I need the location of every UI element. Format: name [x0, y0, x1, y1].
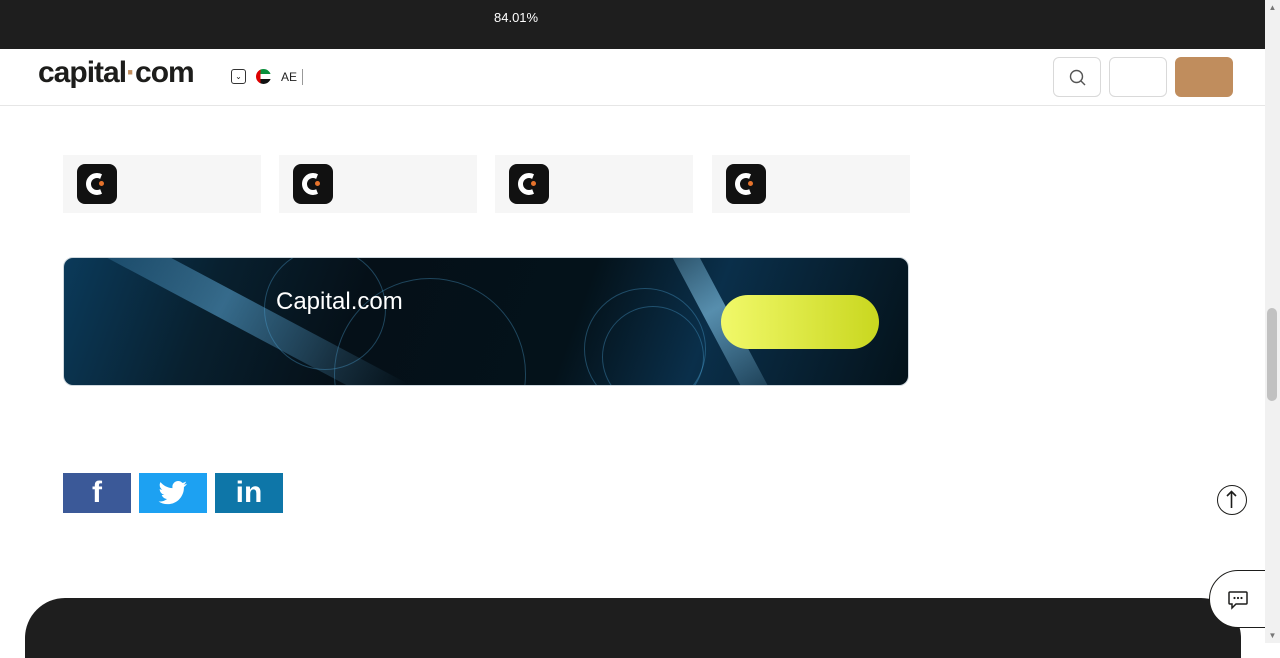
scroll-up-arrow-icon[interactable]: ▲: [1265, 0, 1280, 15]
language-code[interactable]: AE: [281, 70, 297, 84]
logo-text: capital: [38, 56, 127, 89]
logo-suffix: com: [135, 56, 195, 89]
app-card[interactable]: [495, 155, 693, 213]
chat-button[interactable]: [1209, 570, 1269, 628]
divider: [302, 69, 303, 85]
chat-icon: [1228, 591, 1248, 610]
linkedin-share-button[interactable]: in: [215, 473, 283, 513]
site-header: capital·com ⌄ AE: [0, 49, 1265, 106]
top-ticker-bar: 84.01%: [0, 0, 1265, 49]
banner-cta-button[interactable]: [721, 295, 879, 349]
app-card[interactable]: [279, 155, 477, 213]
app-card[interactable]: [712, 155, 910, 213]
promo-banner[interactable]: Capital.com: [63, 257, 909, 386]
back-to-top-button[interactable]: [1217, 485, 1247, 515]
capital-app-icon: [509, 164, 549, 204]
site-footer: [25, 598, 1241, 658]
scrollbar-thumb[interactable]: [1267, 308, 1277, 401]
login-button[interactable]: [1109, 57, 1167, 97]
ticker-percent: 84.01%: [494, 10, 539, 25]
arrow-up-icon: [1226, 490, 1237, 508]
app-card[interactable]: [63, 155, 261, 213]
logo-dot: ·: [126, 56, 136, 89]
uae-flag-icon[interactable]: [256, 69, 271, 84]
chevron-down-icon[interactable]: ⌄: [231, 69, 246, 84]
page-scrollbar[interactable]: ▲ ▼: [1265, 0, 1280, 643]
capital-logo[interactable]: capital·com: [38, 56, 195, 90]
facebook-share-button[interactable]: f: [63, 473, 131, 513]
search-icon: [1069, 69, 1086, 86]
capital-app-icon: [726, 164, 766, 204]
twitter-icon: [158, 481, 187, 505]
search-button[interactable]: [1053, 57, 1101, 97]
facebook-icon: f: [92, 476, 102, 509]
capital-app-icon: [77, 164, 117, 204]
banner-brand: Capital.com: [276, 288, 403, 315]
linkedin-icon: in: [235, 476, 263, 509]
twitter-share-button[interactable]: [139, 473, 207, 513]
signup-button[interactable]: [1175, 57, 1233, 97]
scroll-down-arrow-icon[interactable]: ▼: [1265, 628, 1280, 643]
capital-app-icon: [293, 164, 333, 204]
